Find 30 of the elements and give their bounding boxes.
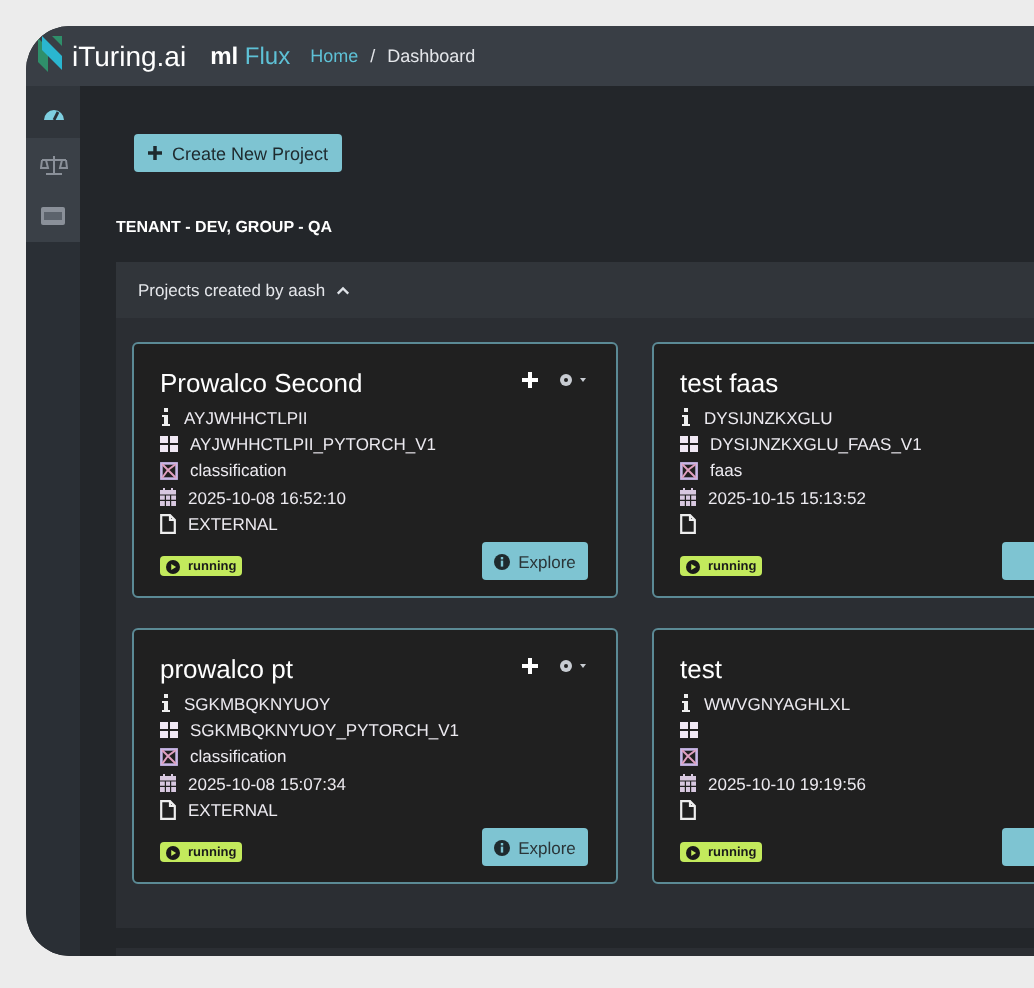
project-title: test faas: [680, 368, 779, 398]
panel-header[interactable]: Projects created by aash: [116, 262, 1034, 318]
breadcrumb-link[interactable]: Home: [310, 46, 359, 66]
project-title: prowalco pt: [160, 654, 293, 684]
brand-name: iTuring.ai: [72, 40, 187, 72]
project-source: EXTERNAL: [188, 799, 278, 820]
created-date: 2025-10-08 16:52:10: [188, 487, 346, 508]
create-project-button[interactable]: Create New Project: [134, 134, 343, 172]
created-date: 2025-10-15 15:13:52: [708, 487, 866, 508]
project-id: SGKMBQKNYUOY: [184, 693, 331, 714]
model-name: AYJWHHCTLPII_PYTORCH_V1: [190, 433, 436, 454]
project-title: test: [680, 654, 722, 684]
project-id: WWVGNYAGHLXL: [704, 693, 851, 714]
breadcrumb-current: Dashboard: [387, 46, 476, 66]
project-source: EXTERNAL: [188, 513, 278, 534]
created-date: 2025-10-10 19:19:56: [708, 773, 866, 794]
project-type: faas: [710, 460, 743, 481]
tenant-label: TENANT - DEV, GROUP - QA: [116, 218, 335, 236]
model-name: DYSIJNZKXGLU_FAAS_V1: [710, 433, 922, 454]
project-type: classification: [190, 460, 287, 481]
created-date: 2025-10-08 15:07:34: [188, 773, 346, 794]
project-id: DYSIJNZKXGLU: [704, 407, 833, 428]
explore-button[interactable]: Explore: [482, 828, 588, 866]
product-name: ml Flux: [210, 42, 291, 70]
project-title: Prowalco Second: [160, 368, 363, 398]
breadcrumb-separator: /: [370, 46, 376, 66]
project-id: AYJWHHCTLPII: [184, 407, 308, 428]
explore-button[interactable]: Explore: [482, 542, 588, 580]
project-type: classification: [190, 746, 287, 767]
model-name: SGKMBQKNYUOY_PYTORCH_V1: [190, 719, 459, 740]
